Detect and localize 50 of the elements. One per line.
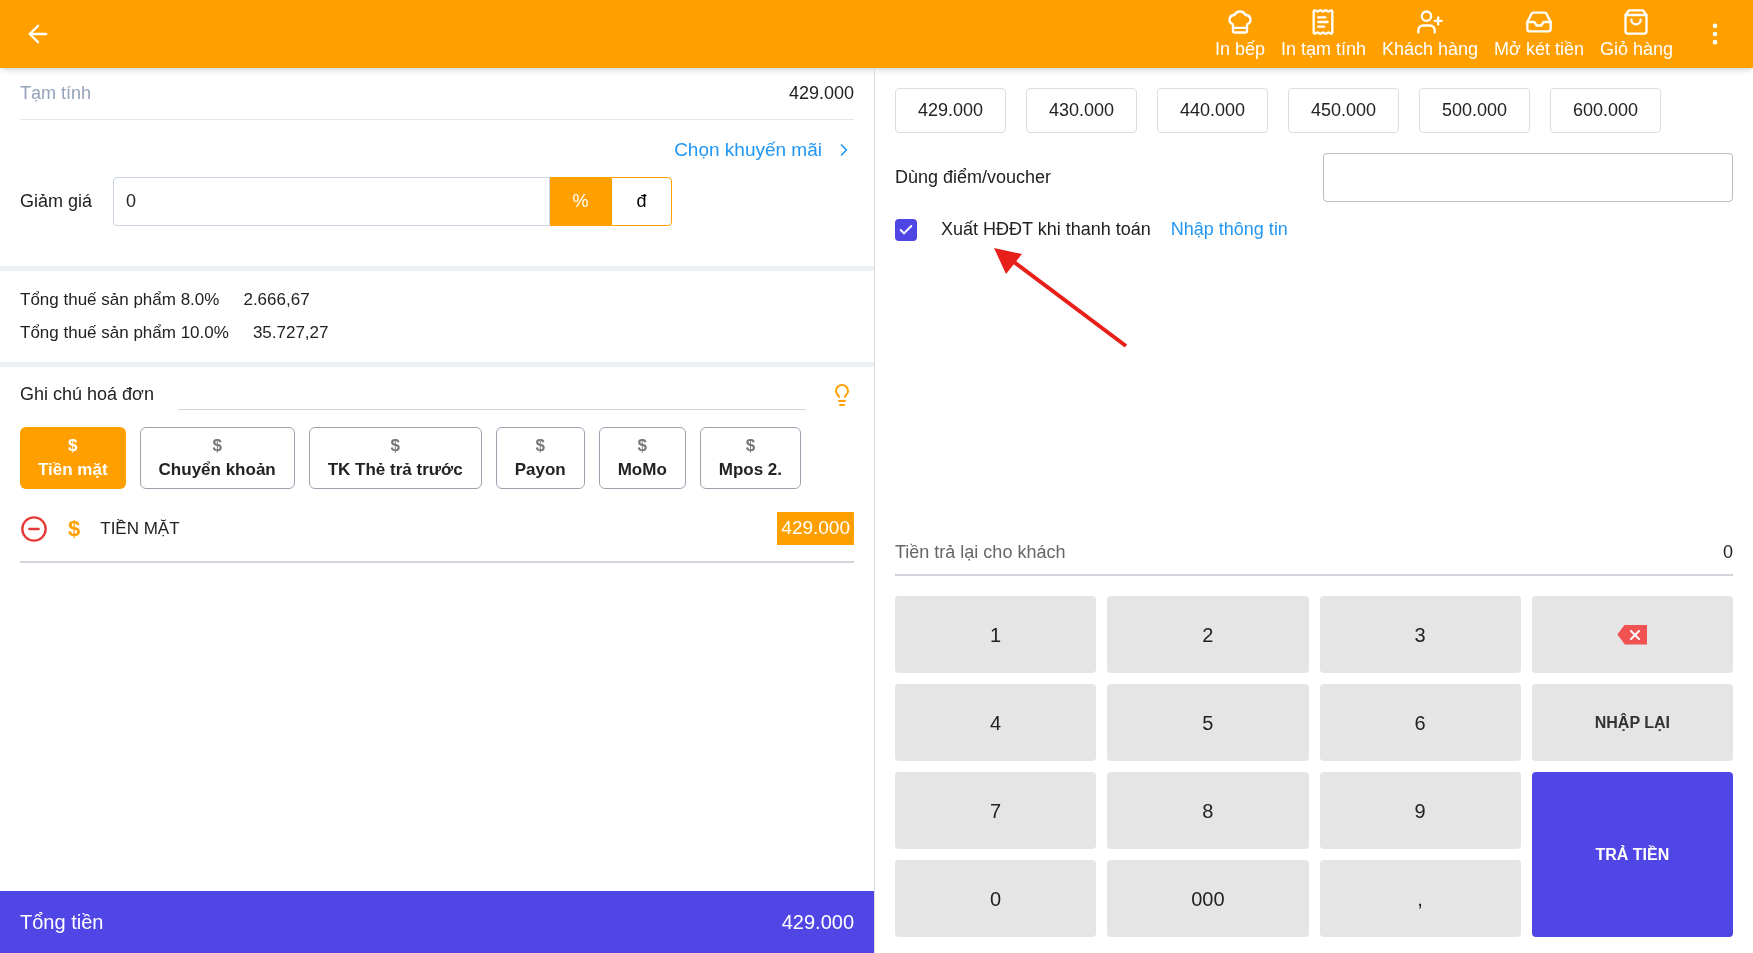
backspace-key[interactable] bbox=[1531, 596, 1733, 673]
quick-amount-button[interactable]: 430.000 bbox=[1026, 88, 1137, 133]
keypad-key[interactable]: 1 bbox=[895, 596, 1097, 673]
invoice-label: Xuất HĐĐT khi thanh toán bbox=[941, 218, 1151, 241]
remove-icon[interactable] bbox=[20, 514, 48, 543]
tax-value: 35.727,27 bbox=[252, 322, 329, 344]
payment-method-button[interactable]: $ TK Thẻ trả trước bbox=[308, 426, 482, 489]
dollar-sign: $ bbox=[68, 515, 81, 543]
shopping-bag-icon bbox=[1622, 7, 1651, 36]
payment-method-button[interactable]: $ Mpos 2. bbox=[699, 426, 802, 489]
unit-toggle[interactable]: đ bbox=[611, 176, 672, 226]
keypad-key[interactable]: 7 bbox=[895, 772, 1097, 849]
keypad-key[interactable]: 3 bbox=[1319, 596, 1521, 673]
discount-field[interactable]: 0 bbox=[113, 176, 550, 226]
quick-amount-button[interactable]: 500.000 bbox=[1419, 88, 1530, 133]
total-label: Tổng tiền bbox=[20, 910, 104, 935]
quick-amount-button[interactable]: 450.000 bbox=[1288, 88, 1399, 133]
subtotal-label: Tạm tính bbox=[20, 82, 92, 105]
tax-value: 2.666,67 bbox=[243, 288, 310, 311]
reset-key[interactable]: NHẬP LẠI bbox=[1531, 684, 1733, 761]
keypad-key[interactable]: 5 bbox=[1107, 684, 1309, 761]
keypad-key[interactable]: 2 bbox=[1107, 596, 1309, 673]
tax-label: Tổng thuế sản phẩm 10.0% bbox=[20, 322, 229, 344]
keypad-key[interactable]: , bbox=[1319, 860, 1521, 937]
subtotal-value: 429.000 bbox=[788, 82, 854, 105]
keypad-key[interactable]: 4 bbox=[895, 684, 1097, 761]
change-value: 0 bbox=[1723, 541, 1733, 564]
chef-icon bbox=[1225, 7, 1254, 36]
note-label: Ghi chú hoá đơn bbox=[20, 383, 154, 406]
keypad-key[interactable]: 9 bbox=[1319, 772, 1521, 849]
keypad-key[interactable]: 8 bbox=[1107, 772, 1309, 849]
payment-method-button[interactable]: $ MoMo bbox=[598, 426, 686, 489]
keypad-key[interactable]: 0 bbox=[895, 860, 1097, 937]
quick-amount-button[interactable]: 600.000 bbox=[1550, 88, 1661, 133]
voucher-field[interactable] bbox=[1323, 153, 1733, 202]
change-label: Tiền trả lại cho khách bbox=[895, 541, 1066, 564]
discount-label: Giảm giá bbox=[20, 189, 94, 213]
tax-label: Tổng thuế sản phẩm 8.0% bbox=[20, 288, 220, 311]
keypad-key[interactable]: 6 bbox=[1319, 684, 1521, 761]
payment-line-label: TIỀN MẶT bbox=[100, 517, 180, 540]
quick-amount-button[interactable]: 440.000 bbox=[1157, 88, 1268, 133]
payment-method-button[interactable]: $ Chuyển khoản bbox=[139, 426, 295, 489]
keypad-key[interactable]: 000 bbox=[1107, 860, 1309, 937]
pay-button[interactable]: TRẢ TIỀN bbox=[1531, 772, 1733, 937]
total-value: 429.000 bbox=[781, 910, 854, 935]
voucher-label: Dùng điểm/voucher bbox=[895, 166, 1052, 189]
payment-method-button[interactable]: $ Payon bbox=[495, 426, 585, 489]
user-plus-icon bbox=[1416, 7, 1445, 36]
quick-amount-button[interactable]: 429.000 bbox=[895, 88, 1006, 133]
invoice-checkbox[interactable] bbox=[895, 218, 917, 241]
